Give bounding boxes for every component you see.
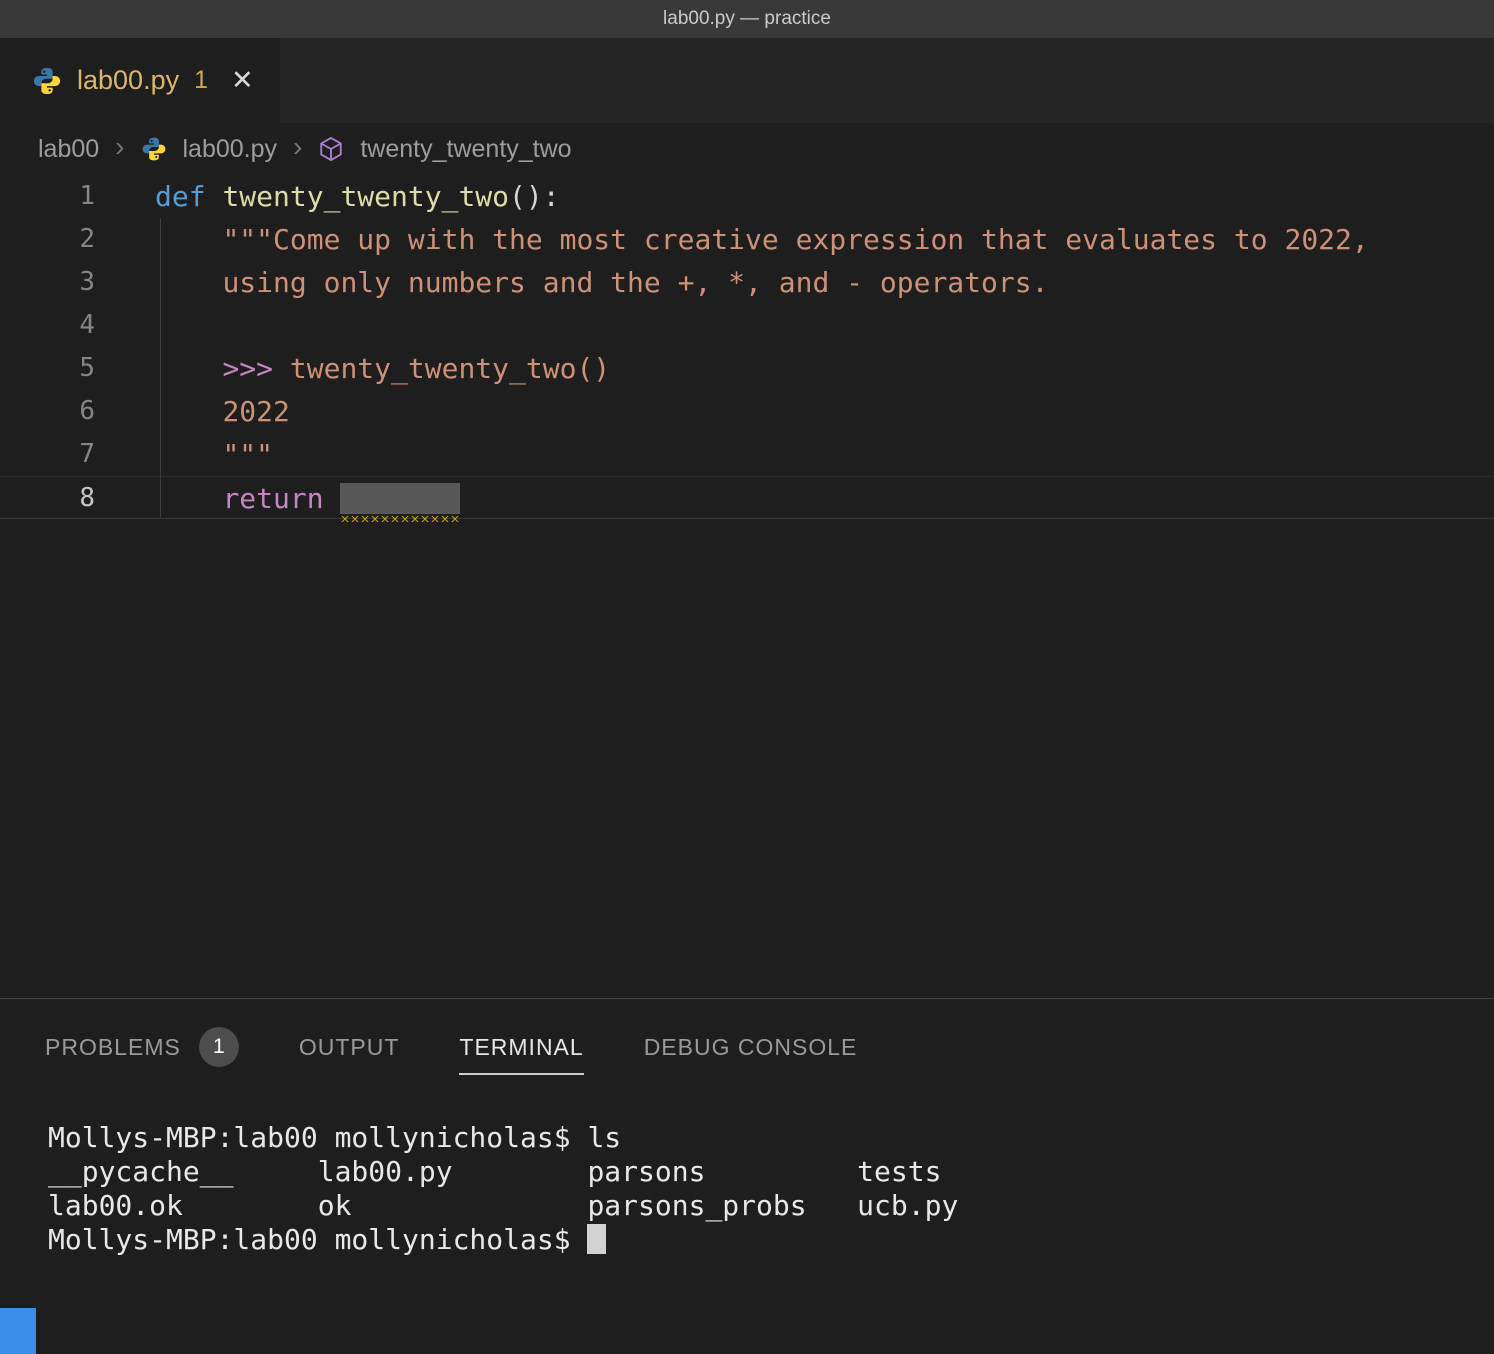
line-number: 1	[0, 175, 95, 218]
code-line[interactable]: 6 2022	[0, 390, 1494, 433]
python-icon	[32, 66, 62, 96]
terminal-line: Mollys-MBP:lab00 mollynicholas$ ls	[48, 1121, 1494, 1155]
tab-filename: lab00.py	[77, 65, 179, 96]
terminal-line: lab00.ok ok parsons_probs ucb.py	[48, 1189, 1494, 1223]
line-number: 5	[0, 347, 95, 390]
code-line[interactable]: 4	[0, 304, 1494, 347]
line-content: using only numbers and the +, *, and - o…	[95, 261, 1048, 304]
line-number: 3	[0, 261, 95, 304]
panel-tabs: PROBLEMS 1 OUTPUT TERMINAL DEBUG CONSOLE	[0, 999, 1494, 1095]
terminal-output[interactable]: Mollys-MBP:lab00 mollynicholas$ ls__pyca…	[0, 1095, 1494, 1354]
tab-problems-count: 1	[194, 66, 208, 95]
close-icon[interactable]: ✕	[231, 65, 254, 96]
line-content: """Come up with the most creative expres…	[95, 218, 1369, 261]
code-token	[155, 438, 222, 471]
blue-corner-indicator	[0, 1308, 36, 1354]
tab-bar: lab00.py 1 ✕	[0, 38, 1494, 123]
code-token: def	[155, 180, 206, 213]
line-content: 2022	[95, 390, 290, 433]
breadcrumb-symbol[interactable]: twenty_twenty_two	[360, 135, 571, 164]
code-token: ():	[509, 180, 560, 213]
panel-tab-label: TERMINAL	[459, 1034, 583, 1061]
editor[interactable]: 1def twenty_twenty_two():2 """Come up wi…	[0, 175, 1494, 998]
line-content: >>> twenty_twenty_two()	[95, 347, 610, 390]
line-number: 6	[0, 390, 95, 433]
line-content	[95, 304, 155, 347]
window-title: lab00.py — practice	[663, 8, 831, 30]
code-token: twenty_twenty_two()	[290, 352, 610, 385]
bottom-panel: PROBLEMS 1 OUTPUT TERMINAL DEBUG CONSOLE Mol…	[0, 998, 1494, 1354]
indent-guide	[160, 218, 161, 519]
editor-lines: 1def twenty_twenty_two():2 """Come up wi…	[0, 175, 1494, 519]
code-token	[273, 352, 290, 385]
code-token	[155, 352, 222, 385]
code-line[interactable]: 8 return	[0, 476, 1494, 519]
python-icon	[141, 136, 167, 162]
line-content: return	[95, 477, 460, 518]
breadcrumb-folder[interactable]: lab00	[38, 135, 99, 164]
line-number: 8	[0, 477, 95, 518]
code-token	[155, 223, 222, 256]
code-line[interactable]: 7 """	[0, 433, 1494, 476]
code-token: twenty_twenty_two	[222, 180, 509, 213]
vscode-window: lab00.py — practice lab00.py 1 ✕ lab00 ›…	[0, 0, 1494, 1354]
window-title-bar: lab00.py — practice	[0, 0, 1494, 38]
line-number: 2	[0, 218, 95, 261]
code-line[interactable]: 2 """Come up with the most creative expr…	[0, 218, 1494, 261]
breadcrumb-file[interactable]: lab00.py	[183, 135, 278, 164]
code-token	[155, 482, 222, 515]
breadcrumb: lab00 › lab00.py › twenty_twenty_two	[0, 123, 1494, 175]
code-token	[206, 180, 223, 213]
problems-count-badge: 1	[199, 1027, 239, 1067]
panel-tab-output[interactable]: OUTPUT	[299, 1034, 400, 1061]
panel-tab-debug-console[interactable]: DEBUG CONSOLE	[644, 1034, 858, 1061]
panel-tab-label: OUTPUT	[299, 1034, 400, 1061]
code-line[interactable]: 5 >>> twenty_twenty_two()	[0, 347, 1494, 390]
code-token: """	[222, 438, 273, 471]
line-number: 4	[0, 304, 95, 347]
code-token	[324, 482, 341, 515]
tab-lab00-py[interactable]: lab00.py 1 ✕	[0, 38, 280, 123]
code-line[interactable]: 3 using only numbers and the +, *, and -…	[0, 261, 1494, 304]
symbol-cube-icon	[318, 136, 344, 162]
code-token: 2022	[222, 395, 289, 428]
chevron-right-icon: ›	[293, 131, 302, 163]
line-number: 7	[0, 433, 95, 476]
terminal-line: Mollys-MBP:lab00 mollynicholas$	[48, 1223, 1494, 1257]
panel-tab-label: DEBUG CONSOLE	[644, 1034, 858, 1061]
answer-blank[interactable]	[340, 483, 460, 514]
code-token	[155, 266, 222, 299]
code-token: return	[222, 482, 323, 515]
code-token: """Come up with the most creative expres…	[222, 223, 1368, 256]
panel-tab-terminal[interactable]: TERMINAL	[459, 1034, 583, 1061]
panel-tab-label: PROBLEMS	[45, 1034, 181, 1061]
code-line[interactable]: 1def twenty_twenty_two():	[0, 175, 1494, 218]
panel-tab-problems[interactable]: PROBLEMS 1	[45, 1027, 239, 1067]
code-token	[155, 395, 222, 428]
code-token: >>>	[222, 352, 273, 385]
line-content: """	[95, 433, 273, 476]
terminal-line: __pycache__ lab00.py parsons tests	[48, 1155, 1494, 1189]
line-content: def twenty_twenty_two():	[95, 175, 560, 218]
terminal-cursor	[587, 1224, 606, 1254]
chevron-right-icon: ›	[115, 131, 124, 163]
code-token: using only numbers and the +, *, and - o…	[222, 266, 1048, 299]
